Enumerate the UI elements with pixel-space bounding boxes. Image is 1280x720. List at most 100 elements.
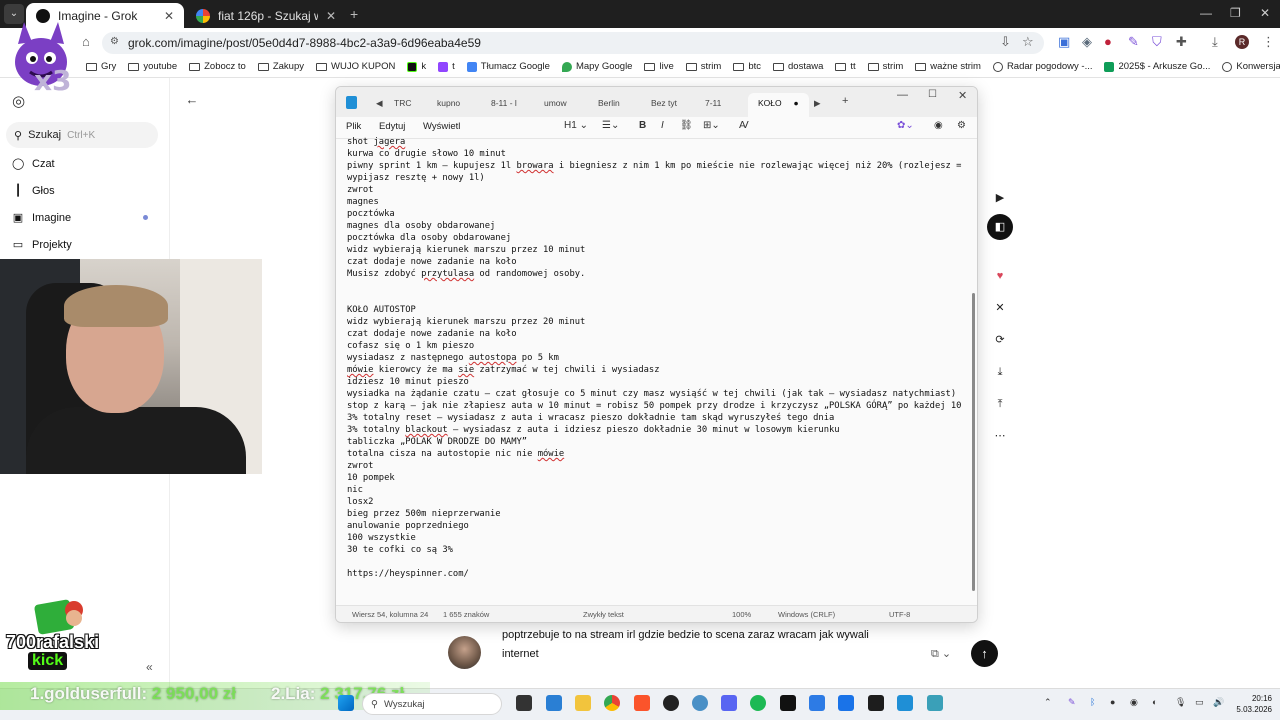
tab-scroll-right-icon[interactable]: ▶ (814, 98, 821, 109)
notepad-tab[interactable]: Berlin (598, 98, 620, 108)
bookmark-item[interactable]: tt (835, 61, 856, 72)
download-icon[interactable]: ⤓ (990, 362, 1010, 382)
bookmark-item[interactable]: youtube (128, 61, 177, 72)
bluetooth-icon[interactable]: ᛒ (1090, 697, 1095, 707)
tray-app-icon[interactable]: ◐ (1152, 697, 1157, 707)
bookmark-item[interactable]: Zakupy (257, 61, 304, 72)
tab-scroll-left-icon[interactable]: ◀ (376, 98, 383, 109)
brave-icon[interactable] (634, 695, 650, 711)
collapse-sidebar-icon[interactable]: « (146, 660, 153, 674)
new-tab-plus-icon[interactable]: + (842, 95, 848, 107)
bookmark-item[interactable]: 2025$ - Arkusze Go... (1104, 61, 1210, 72)
bookmark-item[interactable]: Tłumacz Google (466, 61, 550, 72)
taskbar-clock[interactable]: 20:16 5.03.2026 (1232, 693, 1272, 715)
send-button[interactable]: ↑ (971, 640, 998, 667)
bookmark-item[interactable]: strim (867, 61, 903, 72)
menu-kebab-icon[interactable]: ⋮ (1262, 34, 1275, 50)
tab-google-search[interactable]: fiat 126p - Szukaj w Google ✕ (186, 3, 346, 28)
settings-gear-icon[interactable]: ⚙ (957, 120, 966, 131)
close-x-icon[interactable]: ✕ (990, 298, 1010, 318)
site-info-icon[interactable]: ⚙ (110, 36, 119, 47)
clear-format-icon[interactable]: Ꜹ (739, 120, 749, 131)
notepad-close-icon[interactable]: ✕ (958, 89, 967, 102)
tab-search-dropdown-icon[interactable]: ⌄ (4, 4, 24, 24)
bold-icon[interactable]: B (639, 120, 646, 131)
capture-app-icon[interactable] (780, 695, 796, 711)
notepad-tab[interactable]: kupno (437, 98, 460, 108)
app-icon[interactable] (692, 695, 708, 711)
notepad-scrollbar[interactable] (972, 293, 975, 591)
home-icon[interactable]: ⌂ (82, 34, 90, 49)
sidebar-item-glos[interactable]: ┃ Głos (12, 184, 55, 198)
network-icon[interactable]: ▭ (1195, 697, 1204, 708)
close-tab-icon[interactable]: ✕ (326, 9, 336, 23)
extension-icon[interactable]: ◈ (1082, 34, 1092, 50)
spotify-icon[interactable] (750, 695, 766, 711)
favorite-heart-icon[interactable]: ♥ (990, 266, 1010, 286)
heading-dropdown[interactable]: H1 ⌄ (564, 120, 588, 131)
notepad-tab[interactable]: 7-11 (705, 98, 721, 108)
more-options-icon[interactable]: ⋯ (990, 426, 1010, 446)
bookmark-item[interactable]: Mapy Google (561, 61, 632, 72)
discord-icon[interactable] (721, 695, 737, 711)
notepad-tab[interactable]: Bez tyt (651, 98, 677, 108)
regenerate-icon[interactable]: ⟳ (990, 330, 1010, 350)
prompt-input[interactable]: poptrzebuje to na stream irl gdzie bedzi… (502, 626, 902, 664)
prompt-image-thumbnail[interactable] (448, 636, 481, 669)
task-view-icon[interactable] (516, 695, 532, 711)
url-text[interactable]: grok.com/imagine/post/05e0d4d7-8988-4bc2… (128, 36, 481, 50)
file-explorer-icon[interactable] (575, 695, 591, 711)
volume-icon[interactable]: 🔊 (1213, 697, 1224, 708)
image-edit-icon[interactable]: ◧ (987, 214, 1013, 240)
mode-selector-icon[interactable]: ⧉ ⌄ (931, 647, 951, 661)
menu-plik[interactable]: Plik (346, 121, 361, 132)
table-icon[interactable]: ⊞⌄ (703, 120, 720, 131)
windows-start-icon[interactable] (338, 695, 354, 711)
italic-icon[interactable]: I (661, 120, 664, 131)
notepad-maximize-icon[interactable]: ☐ (928, 89, 937, 100)
bookmark-item[interactable]: live (644, 61, 674, 72)
sidebar-item-czat[interactable]: ◯ Czat (12, 157, 55, 171)
downloads-icon[interactable]: ⤓ (1212, 34, 1218, 50)
app-icon[interactable] (838, 695, 854, 711)
photos-app-icon[interactable] (546, 695, 562, 711)
sidebar-search[interactable]: ⚲ Szukaj Ctrl+K (6, 122, 158, 148)
share-icon[interactable]: ⤒ (990, 394, 1010, 414)
app-icon[interactable] (868, 695, 884, 711)
account-icon[interactable]: ◉ (934, 120, 943, 131)
chrome-icon[interactable] (604, 695, 620, 711)
bookmark-star-icon[interactable]: ☆ (1022, 34, 1034, 50)
tray-chevron-icon[interactable]: ⌃ (1044, 697, 1052, 708)
tray-pen-icon[interactable]: ✎ (1068, 697, 1076, 708)
video-camera-icon[interactable]: ▶ (990, 188, 1010, 208)
bookmark-item[interactable]: Konwersja Godzin d... (1222, 61, 1280, 72)
list-icon[interactable]: ☰⌄ (602, 120, 619, 131)
link-icon[interactable]: ⛓ (680, 120, 693, 131)
bookmark-item[interactable]: btc (733, 61, 761, 72)
notepad-tab[interactable]: 8-11 - l (491, 98, 517, 108)
pen-extension-icon[interactable]: ✎ (1128, 34, 1139, 50)
bookmark-item[interactable]: ważne strim (915, 61, 981, 72)
notepad-taskbar-icon[interactable] (897, 695, 913, 711)
close-window-icon[interactable]: ✕ (1260, 6, 1270, 20)
bookmark-item[interactable]: WUJO KUPON (316, 61, 395, 72)
puzzle-extensions-icon[interactable]: ✚ (1176, 34, 1187, 50)
obs-icon[interactable] (663, 695, 679, 711)
notepad-tab-active[interactable]: KOŁO ● (748, 93, 809, 117)
sidebar-item-imagine[interactable]: ▣ Imagine (12, 211, 71, 225)
sidebar-item-projekty[interactable]: ▭ Projekty (12, 238, 72, 252)
microphone-icon[interactable]: 🎙 (1175, 697, 1186, 708)
close-tab-icon[interactable]: ✕ (164, 9, 174, 23)
app-icon[interactable] (927, 695, 943, 711)
notepad-text-area[interactable]: shot jagera kurwa co drugie słowo 10 minu… (347, 136, 971, 596)
taskbar-search[interactable]: ⚲ Wyszukaj (362, 693, 502, 715)
bookmark-item[interactable]: k (407, 61, 426, 72)
tray-app-icon[interactable]: ◉ (1130, 697, 1138, 708)
notepad-tab[interactable]: umow (544, 98, 567, 108)
shield-extension-icon[interactable]: ⛉ (1152, 34, 1162, 50)
translate-ext-icon[interactable]: ▣ (1058, 34, 1070, 50)
profile-avatar[interactable]: R (1235, 35, 1249, 49)
menu-edytuj[interactable]: Edytuj (379, 121, 405, 132)
install-app-icon[interactable]: ⇩ (1000, 34, 1011, 50)
bookmark-item[interactable]: strim (685, 61, 721, 72)
